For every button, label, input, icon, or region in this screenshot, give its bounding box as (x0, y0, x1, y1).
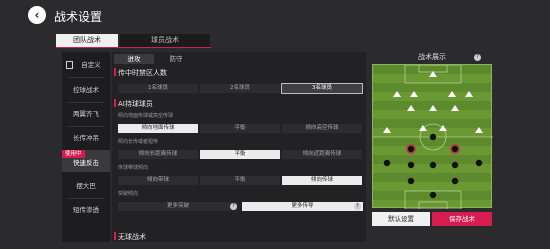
tactic-pitch (372, 64, 493, 210)
option-2-players[interactable]: 2名球员 (200, 84, 280, 93)
option-ground-pass[interactable]: 倾向地面传球 (118, 124, 198, 133)
option-1-player[interactable]: 1名球员 (118, 84, 198, 93)
sidebar-item-long-ball[interactable]: 长传冲吊 (62, 127, 110, 149)
save-tactic-button[interactable]: 保存战术 (432, 212, 492, 226)
option-high-pass[interactable]: 倾向高空传球 (282, 124, 362, 133)
sidebar-item-short-pass[interactable]: 短传渗透 (62, 199, 110, 221)
section-marker (114, 68, 116, 76)
status-badge: 使用中 (62, 150, 85, 158)
sidebar-item-label: 长传冲吊 (73, 134, 99, 142)
help-icon[interactable]: ? (354, 203, 361, 210)
tab-team-tactics[interactable]: 团队战术 (56, 34, 118, 47)
back-arrow-icon: ‹ (34, 8, 40, 22)
sidebar-item-custom[interactable]: 自定义 (62, 56, 110, 74)
section-marker (114, 99, 116, 107)
section-title-off-ball: 无球战术 (118, 233, 146, 241)
group-label-pass-dribble: 传球带球倾向 (118, 165, 149, 171)
option-more-breakthrough[interactable]: 更多突破 (118, 202, 238, 211)
sidebar-item-label: 两翼齐飞 (73, 110, 99, 118)
sidebar-item-possession[interactable]: 控球战术 (62, 79, 110, 101)
help-icon[interactable]: ? (230, 203, 237, 210)
tab-player-tactics[interactable]: 球员战术 (120, 34, 210, 47)
sidebar-item-wings[interactable]: 两翼齐飞 (62, 103, 110, 125)
option-long-pass[interactable]: 倾向长距离传球 (118, 150, 198, 159)
option-3-players[interactable]: 3名球员 (281, 83, 363, 94)
tactic-settings-panel: 进攻 防守 传中时禁区人数 1名球员 2名球员 3名球员 AI持球球员 倾向地面… (112, 52, 366, 242)
document-icon (66, 61, 73, 69)
section-title-ai-ball: AI持球球员 (118, 100, 153, 108)
default-settings-button[interactable]: 默认设置 (372, 212, 430, 226)
help-icon[interactable]: ? (474, 54, 481, 61)
option-more-passing[interactable]: 更多传导 (242, 202, 363, 211)
option-row-pass-dribble: 倾向带球 平衡 倾向传球 (118, 176, 363, 185)
section-title-cross-box: 传中时禁区人数 (118, 69, 167, 77)
option-row-pass-length: 倾向长距离传球 平衡 倾向近距离传球 (118, 150, 363, 159)
option-balanced[interactable]: 平衡 (200, 150, 280, 159)
option-short-pass[interactable]: 倾向近距离传球 (282, 150, 362, 159)
sidebar-item-label: 控球战术 (73, 86, 99, 94)
option-row-box-count: 1名球员 2名球员 3名球员 (118, 83, 363, 94)
sidebar-item-counter[interactable]: 使用中 快速反击 (62, 150, 110, 172)
group-label-pass-height: 倾向地面传球或高空传球 (118, 113, 174, 119)
option-balanced[interactable]: 平衡 (200, 124, 280, 133)
group-label-pass-length: 倾向长传或者短传 (118, 139, 159, 145)
group-label-breakthrough: 突破倾向 (118, 191, 139, 197)
option-row-breakthrough: 更多突破 ? 更多传导 ? (118, 202, 363, 211)
option-balanced[interactable]: 平衡 (200, 176, 280, 185)
sidebar-item-label: 摆大巴 (76, 182, 96, 190)
subtab-defense[interactable]: 防守 (156, 54, 196, 64)
page-title: 战术设置 (54, 10, 103, 24)
tab-underline (56, 47, 211, 48)
option-row-pass-height: 倾向地面传球 平衡 倾向高空传球 (118, 124, 363, 133)
pitch-drawing (373, 64, 493, 210)
sidebar-item-label: 快速反击 (73, 159, 99, 167)
sidebar-item-label: 短传渗透 (73, 206, 99, 214)
tactic-sidebar: 自定义 控球战术 两翼齐飞 长传冲吊 使用中 快速反击 摆大巴 短传渗透 (62, 52, 110, 242)
back-button[interactable]: ‹ (28, 6, 46, 24)
option-pass[interactable]: 倾向传球 (282, 176, 362, 185)
option-dribble[interactable]: 倾向带球 (118, 176, 198, 185)
team-markers (383, 133, 483, 199)
section-marker (114, 232, 116, 240)
sidebar-item-label: 自定义 (81, 61, 101, 69)
sidebar-item-park-bus[interactable]: 摆大巴 (62, 175, 110, 197)
subtab-attack[interactable]: 进攻 (114, 54, 154, 64)
highlight-markers (406, 144, 460, 154)
